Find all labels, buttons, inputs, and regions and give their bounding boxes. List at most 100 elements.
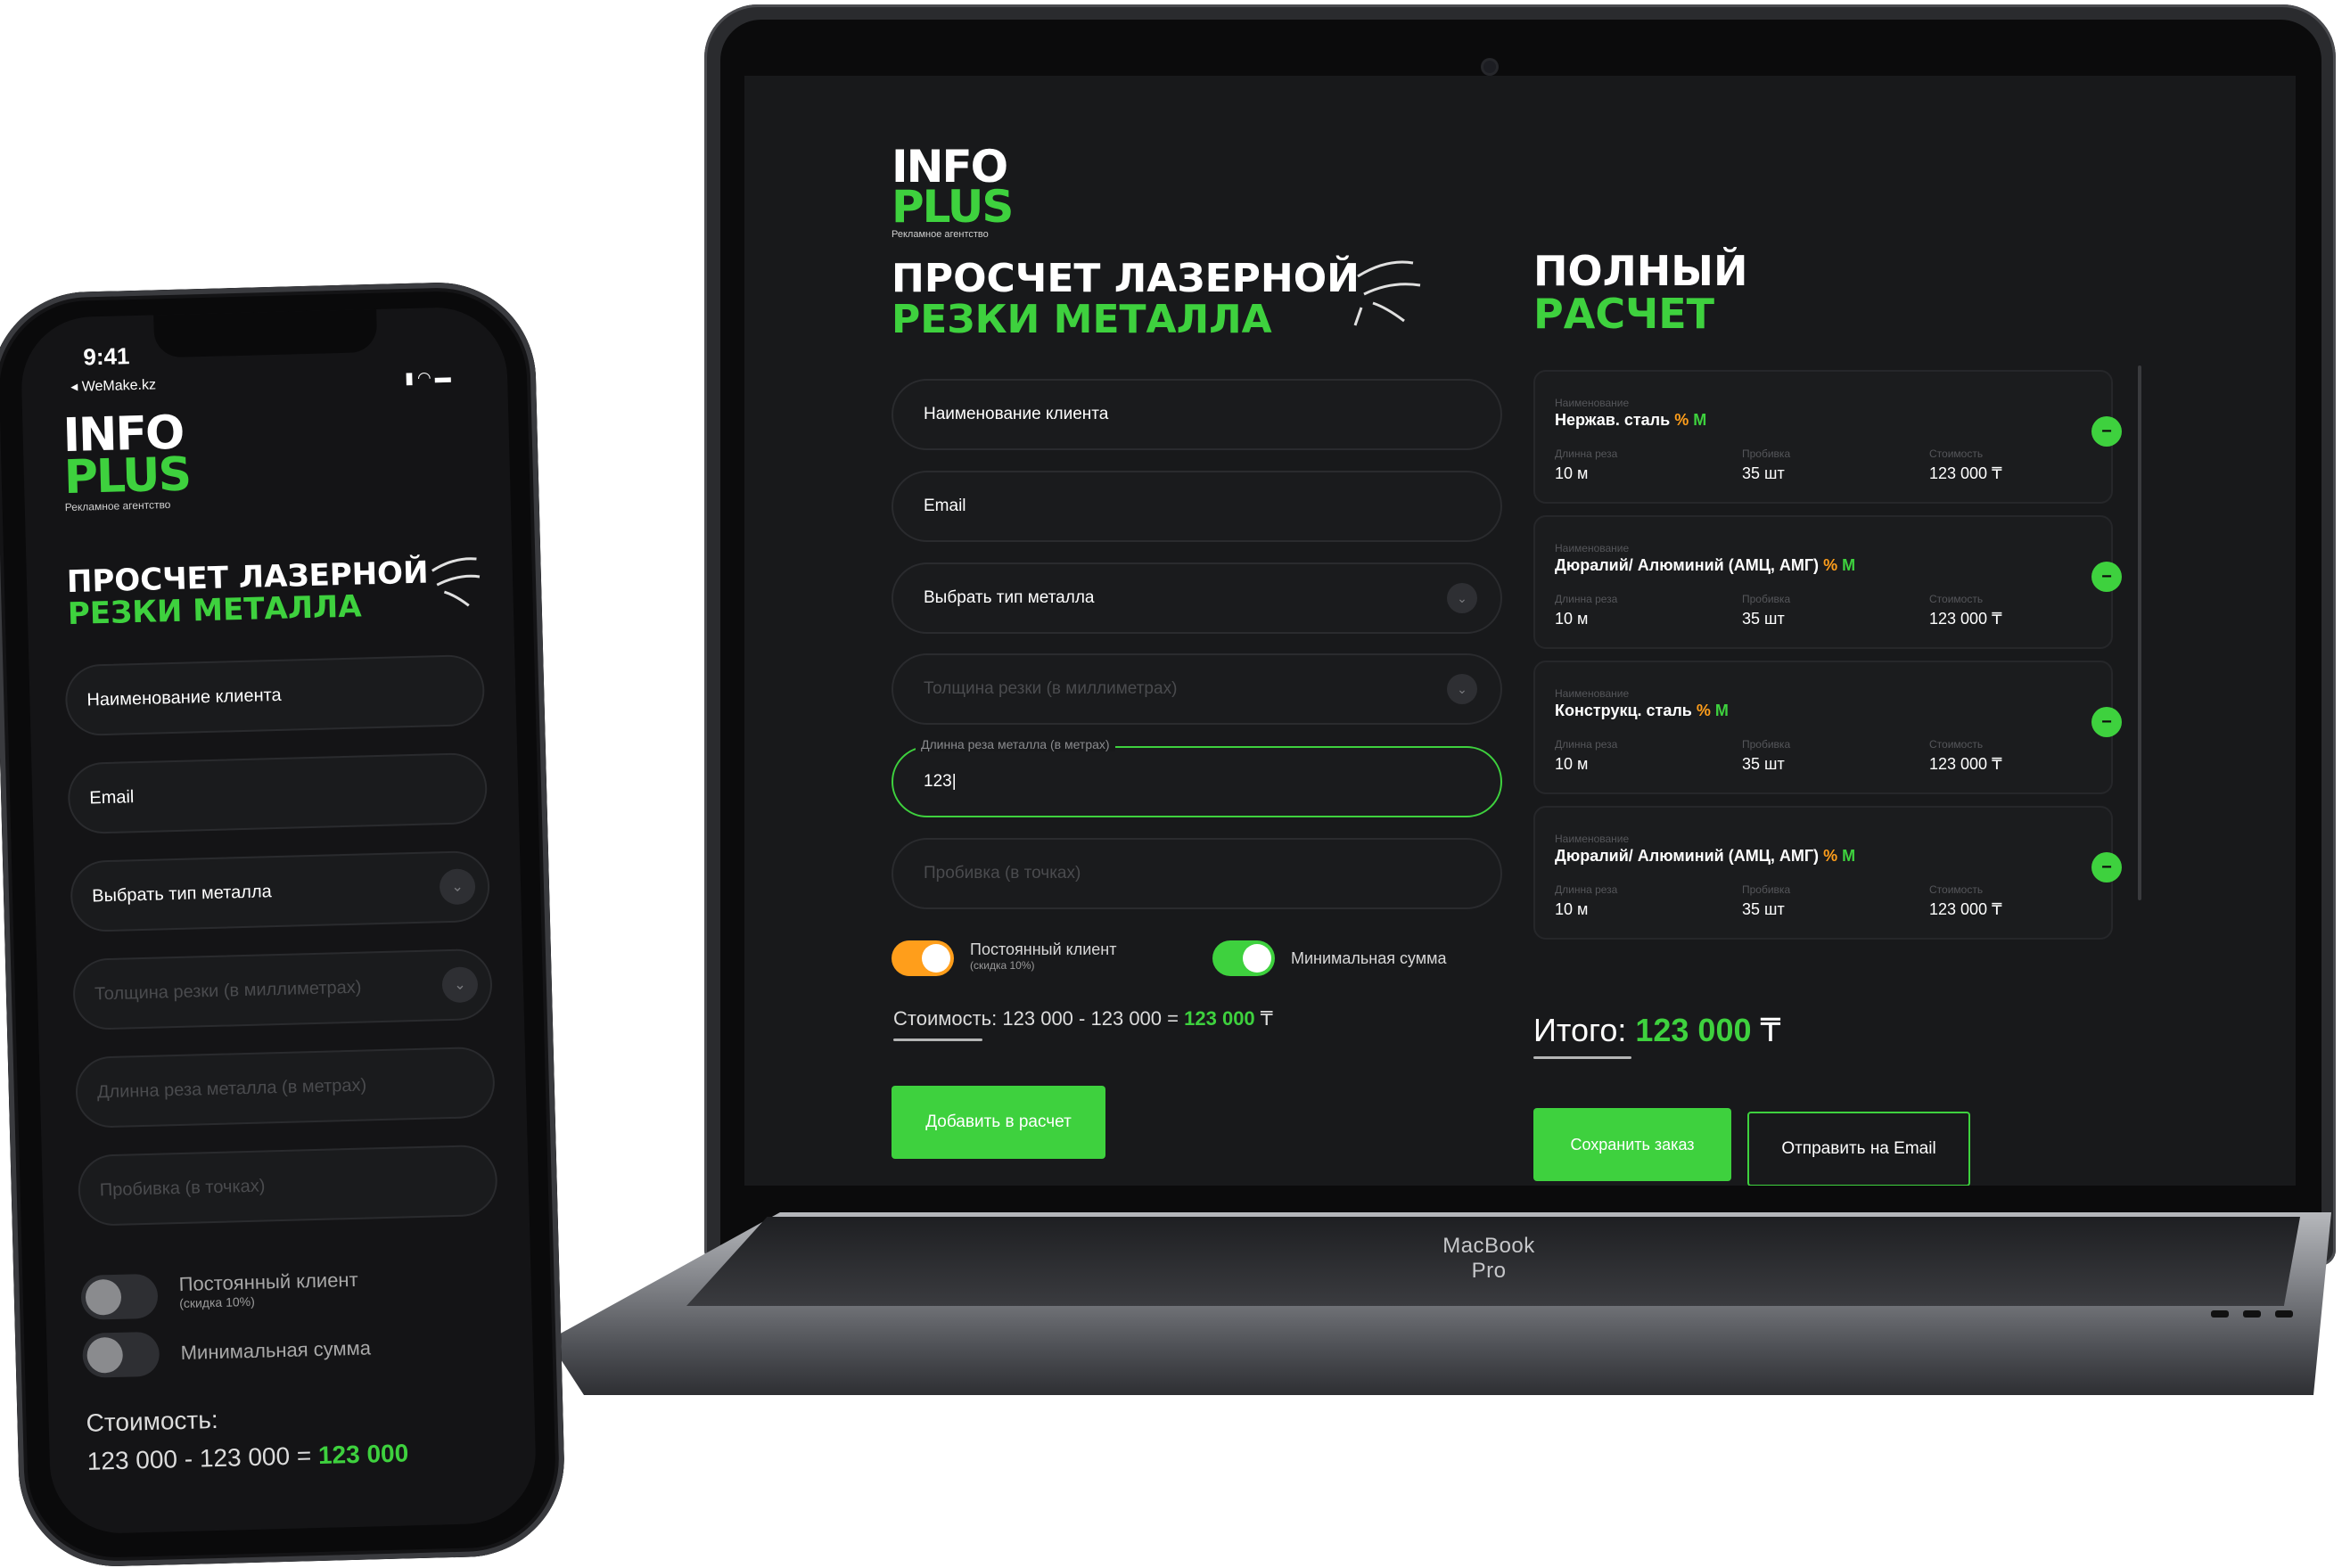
client-name-input[interactable]: Наименование клиента (64, 653, 486, 737)
min-sum-toggle[interactable] (1212, 940, 1275, 976)
order-length: 10 м (1555, 610, 1589, 628)
order-name: Дюралий/ Алюминий (АМЦ, АМГ) % M (1555, 847, 1856, 865)
cost-a: 123 000 (1002, 1007, 1073, 1030)
piercing-input[interactable]: Пробивка (в точках) (77, 1144, 498, 1227)
chevron-down-icon[interactable]: ⌄ (441, 966, 479, 1004)
cut-length-input[interactable]: 123| (892, 746, 1502, 817)
order-piercing: 35 шт (1742, 464, 1785, 482)
order-name: Дюралий/ Алюминий (АМЦ, АМГ) % M (1555, 556, 1856, 574)
save-order-button[interactable]: Сохранить заказ (1533, 1108, 1731, 1181)
cost-label-block: Стоимость: (86, 1406, 218, 1438)
chevron-down-icon[interactable]: ⌄ (1447, 583, 1477, 613)
signal-icon: ▮ (404, 368, 418, 388)
summary-title-line1: ПОЛНЫЙ (1533, 247, 1748, 295)
order-card: Наименование Нержав. сталь % M Длинна ре… (1533, 370, 2122, 504)
underline-scribble (893, 1038, 982, 1041)
min-sum-label: Минимальная сумма (180, 1336, 372, 1365)
page-title-line2: РЕЗКИ МЕТАЛЛА (67, 588, 363, 632)
status-carrier[interactable]: ◂ WeMake.kz (70, 375, 156, 396)
total-label: Итого: (1533, 1012, 1627, 1048)
cut-length-label: Длинна реза металла (в метрах) (916, 737, 1115, 751)
order-length: 10 м (1555, 755, 1589, 773)
summary-title-line2: РАСЧЕТ (1533, 290, 1715, 339)
regular-client-text: Постоянный клиент (178, 1268, 358, 1296)
page-title-line2: РЕЗКИ МЕТАЛЛА (892, 297, 1272, 343)
thickness-select[interactable]: Толщина резки (в миллиметрах) ⌄ (72, 948, 493, 1031)
min-sum-toggle[interactable] (82, 1331, 160, 1378)
thickness-placeholder: Толщина резки (в миллиметрах) (94, 977, 362, 1004)
phone-notch (153, 308, 378, 358)
toggle-knob (1243, 944, 1271, 973)
cost-result: 123 000 (1184, 1007, 1255, 1030)
laptop-screen: INFO PLUS Рекламное агентство ПРОСЧЕТ ЛА… (744, 76, 2296, 1186)
length-label: Длинна реза (1555, 883, 1618, 896)
metal-type-value: Выбрать тип металла (924, 588, 1095, 607)
cost-label: Стоимость (1929, 447, 1984, 460)
battery-icon: ▬ (434, 367, 455, 387)
cost-label: Стоимость (1929, 593, 1984, 605)
minus-icon[interactable]: − (2091, 707, 2122, 737)
client-name-input[interactable]: Наименование клиента (892, 379, 1502, 450)
mockup-stage: MacBook Pro INFO PLUS Рекламное агентств… (0, 0, 2342, 1568)
cost-line: 123 000 - 123 000 = 123 000 (86, 1439, 408, 1475)
currency-sign: ₸ (1260, 1007, 1273, 1030)
order-piercing: 35 шт (1742, 610, 1785, 628)
camera-icon (1483, 61, 1496, 73)
orders-scrollbar[interactable] (2138, 365, 2141, 900)
cost-a: 123 000 (86, 1445, 178, 1475)
cut-length-placeholder: Длинна реза металла (в метрах) (96, 1074, 367, 1102)
min-sum-label: Минимальная сумма (1291, 949, 1447, 967)
metal-type-value: Выбрать тип металла (91, 881, 272, 906)
thickness-select[interactable]: Толщина резки (в миллиметрах) ⌄ (892, 653, 1502, 725)
order-card: Наименование Дюралий/ Алюминий (АМЦ, АМГ… (1533, 515, 2122, 649)
order-cost: 123 000 ₸ (1929, 755, 2002, 773)
status-icons: ▮◠▬ (405, 368, 455, 388)
email-input[interactable]: Email (892, 471, 1502, 542)
metal-type-select[interactable]: Выбрать тип металла ⌄ (70, 850, 491, 933)
length-label: Длинна реза (1555, 447, 1618, 460)
total-line: Итого: 123 000 ₸ (1533, 1012, 1780, 1049)
scribble-decoration (431, 557, 481, 607)
regular-client-toggle[interactable] (892, 940, 954, 976)
send-email-button[interactable]: Отправить на Email (1747, 1112, 1970, 1186)
status-time: 9:41 (82, 342, 130, 371)
order-name-label: Наименование (1555, 397, 1630, 409)
cost-b: 123 000 (1090, 1007, 1163, 1030)
underline-scribble (1533, 1056, 1631, 1059)
metal-type-select[interactable]: Выбрать тип металла ⌄ (892, 562, 1502, 634)
order-piercing: 35 шт (1742, 900, 1785, 918)
minus-icon[interactable]: − (2091, 852, 2122, 883)
toggle-knob (86, 1336, 124, 1374)
order-piercing: 35 шт (1742, 755, 1785, 773)
chevron-down-icon[interactable]: ⌄ (439, 868, 476, 906)
length-label: Длинна реза (1555, 593, 1618, 605)
email-placeholder: Email (89, 786, 135, 809)
cost-result: 123 000 (317, 1439, 409, 1470)
regular-client-toggle[interactable] (80, 1273, 159, 1320)
toggle-knob (922, 944, 950, 973)
minus-icon[interactable]: − (2091, 416, 2122, 447)
toggle-knob (85, 1278, 122, 1316)
order-card: Наименование Конструкц. сталь % M Длинна… (1533, 661, 2122, 794)
chevron-down-icon[interactable]: ⌄ (1447, 674, 1477, 704)
cost-minus: - (184, 1444, 193, 1473)
regular-client-text: Постоянный клиент (970, 940, 1117, 958)
order-length: 10 м (1555, 900, 1589, 918)
piercing-input[interactable]: Пробивка (в точках) (892, 838, 1502, 909)
app-logo: INFO PLUS Рекламное агентство (892, 144, 1014, 240)
regular-client-discount: (скидка 10%) (970, 959, 1035, 972)
logo-line-plus: PLUS (63, 447, 191, 505)
total-value: 123 000 (1635, 1012, 1752, 1048)
order-name: Нержав. сталь % M (1555, 411, 1707, 429)
regular-client-label: Постоянный клиент (скидка 10%) (970, 940, 1116, 972)
order-cost: 123 000 ₸ (1929, 610, 2002, 628)
minus-icon[interactable]: − (2091, 562, 2122, 592)
email-input[interactable]: Email (67, 751, 489, 835)
cost-b: 123 000 (199, 1441, 291, 1473)
order-cost: 123 000 ₸ (1929, 900, 2002, 918)
add-to-calculation-button[interactable]: Добавить в расчет (892, 1086, 1105, 1159)
cut-length-input[interactable]: Длинна реза металла (в метрах) (74, 1046, 496, 1129)
order-length: 10 м (1555, 464, 1589, 482)
wifi-icon: ◠ (416, 368, 435, 387)
phone-screen: 9:41 ◂ WeMake.kz ▮◠▬ INFO PLUS Рекламное… (20, 306, 538, 1535)
